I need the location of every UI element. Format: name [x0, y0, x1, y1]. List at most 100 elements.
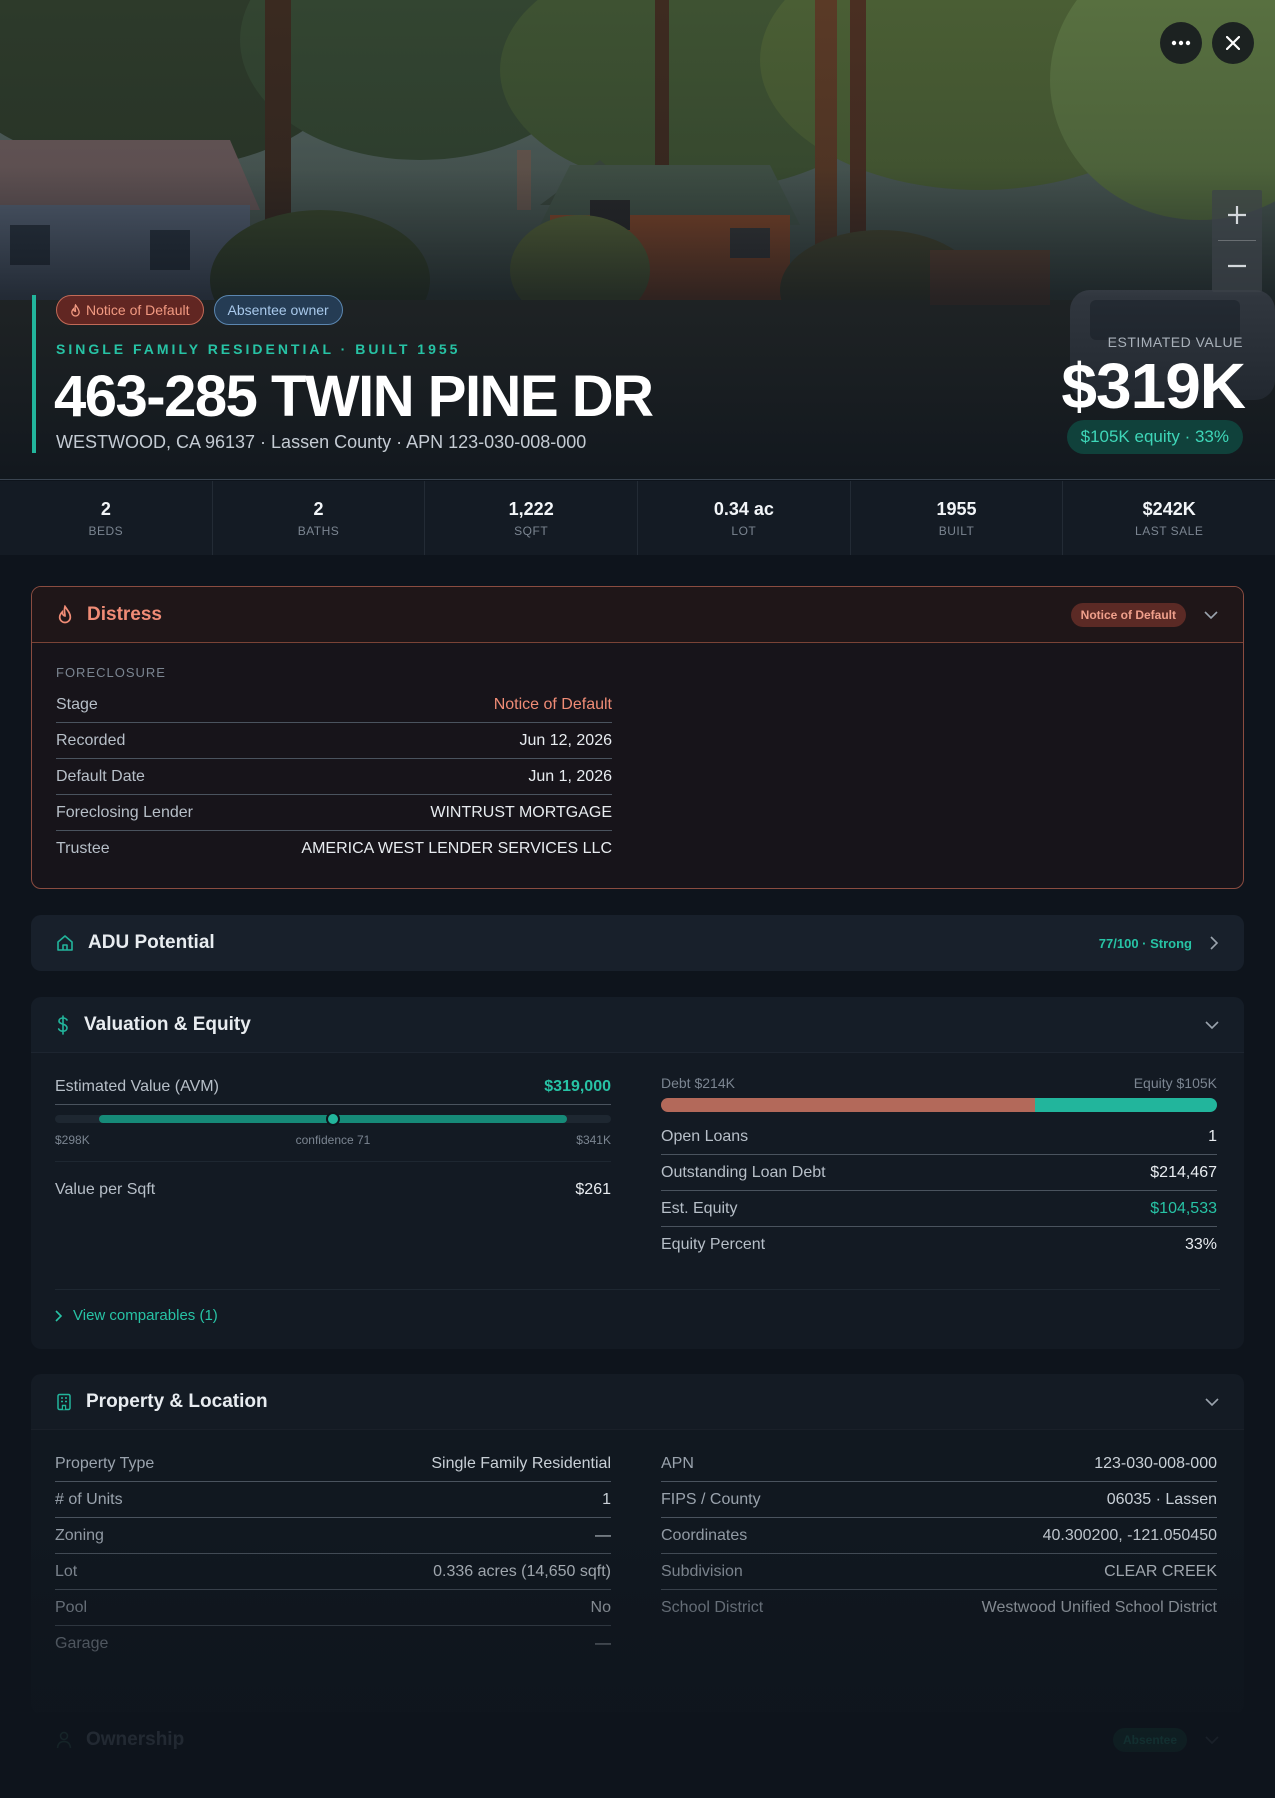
hero: Notice of Default Absentee owner SINGLE …	[0, 0, 1275, 480]
stat-value: 1,222	[508, 498, 554, 519]
row-recorded: Recorded Jun 12, 2026	[56, 723, 612, 759]
tag-notice-of-default[interactable]: Notice of Default	[56, 295, 204, 325]
property-subtitle: SINGLE FAMILY RESIDENTIAL · BUILT 1955	[56, 341, 461, 357]
stat-last-sale: $242K LAST SALE	[1063, 481, 1275, 555]
row-pool: Pool No	[55, 1590, 611, 1626]
avm-range-marker	[326, 1112, 340, 1126]
row-value: $104,533	[1150, 1199, 1217, 1217]
row-key: Value per Sqft	[55, 1180, 156, 1198]
adu-potential-card[interactable]: ADU Potential 77/100 · Strong	[31, 915, 1244, 971]
map-zoom-control	[1212, 190, 1262, 292]
row-value: 06035 · Lassen	[1106, 1490, 1217, 1508]
ownership-badge: Absentee	[1112, 1728, 1187, 1752]
row-key: Default Date	[56, 767, 145, 785]
value-per-sqft-row: Value per Sqft $261	[55, 1161, 611, 1217]
property-address: 463-285 TWIN PINE DR	[54, 364, 654, 429]
stat-label: LAST SALE	[1135, 523, 1204, 538]
person-icon	[56, 1731, 72, 1749]
row-value: No	[590, 1598, 611, 1616]
stat-value: $242K	[1142, 498, 1196, 519]
row-value: WINTRUST MORTGAGE	[430, 803, 612, 821]
row-key: Coordinates	[661, 1526, 748, 1544]
card-title: Distress	[87, 603, 162, 625]
row-key: School District	[661, 1599, 764, 1616]
stat-beds: 2 BEDS	[0, 481, 213, 555]
flame-icon	[58, 605, 72, 624]
distress-card: Distress Notice of Default FORECLOSURE S…	[31, 586, 1244, 889]
equity-segment	[1034, 1098, 1217, 1112]
stat-label: BATHS	[297, 523, 340, 538]
tag-label: Absentee owner	[227, 302, 329, 318]
ownership-card: Ownership Absentee	[31, 1712, 1244, 1798]
row-property-type: Property Type Single Family Residential	[55, 1446, 611, 1482]
row-lot: Lot 0.336 acres (14,650 sqft)	[55, 1554, 611, 1590]
adu-header[interactable]: ADU Potential 77/100 · Strong	[31, 915, 1244, 971]
zoom-out-button[interactable]	[1212, 241, 1262, 291]
row-key: Open Loans	[661, 1127, 749, 1145]
row-open-loans: Open Loans 1	[661, 1119, 1217, 1155]
property-right-list: APN 123-030-008-000 FIPS / County 06035 · …	[661, 1446, 1217, 1626]
row-value: Single Family Residential	[431, 1454, 611, 1472]
row-value: 0.336 acres (14,650 sqft)	[433, 1562, 611, 1580]
distress-header[interactable]: Distress Notice of Default	[32, 587, 1243, 643]
view-comparables-link[interactable]: View comparables (1)	[55, 1307, 218, 1324]
confidence-label: confidence 71	[295, 1133, 371, 1147]
row-foreclosing-lender: Foreclosing Lender WINTRUST MORTGAGE	[56, 795, 612, 831]
row-value: 123-030-008-000	[1094, 1454, 1217, 1472]
more-options-button[interactable]	[1160, 22, 1202, 64]
property-header[interactable]: Property & Location	[31, 1374, 1244, 1430]
chevron-down-icon[interactable]	[1205, 1735, 1219, 1745]
avm-row: Estimated Value (AVM) $319,000	[55, 1069, 611, 1105]
row-units: # of Units 1	[55, 1482, 611, 1518]
minus-icon	[1228, 264, 1246, 268]
row-value: Westwood Unified School District	[981, 1599, 1217, 1616]
chevron-down-icon[interactable]	[1205, 1397, 1219, 1407]
row-key: Subdivision	[661, 1562, 743, 1580]
stat-label: BUILT	[938, 523, 975, 538]
debt-label: Debt $214K	[661, 1075, 735, 1091]
stat-lot: 0.34 ac LOT	[638, 481, 851, 555]
row-key: Outstanding Loan Debt	[661, 1163, 826, 1181]
tag-absentee-owner[interactable]: Absentee owner	[213, 295, 343, 325]
row-trustee: Trustee AMERICA WEST LENDER SERVICES LLC	[56, 831, 612, 867]
row-value: 40.300200, -121.050450	[1042, 1526, 1217, 1544]
row-value: Notice of Default	[493, 695, 612, 713]
row-value: 33%	[1184, 1236, 1217, 1253]
row-key: Garage	[55, 1635, 109, 1652]
card-title: Property & Location	[86, 1390, 268, 1412]
close-button[interactable]	[1212, 22, 1254, 64]
row-key: APN	[661, 1454, 694, 1472]
stat-label: SQFT	[514, 523, 549, 538]
row-key: Pool	[55, 1598, 88, 1616]
building-icon	[57, 1393, 71, 1410]
loan-list: Open Loans 1 Outstanding Loan Debt $214,46…	[661, 1119, 1217, 1263]
avm-value: $319,000	[544, 1077, 611, 1095]
ownership-header[interactable]: Ownership Absentee	[31, 1712, 1244, 1768]
valuation-header[interactable]: Valuation & Equity	[31, 997, 1244, 1053]
row-key: Recorded	[56, 731, 126, 749]
adu-score: 77/100 · Strong	[1098, 935, 1192, 951]
stat-label: BEDS	[88, 523, 124, 538]
valuation-equity-card: Valuation & Equity Estimated Value (AVM)…	[31, 997, 1244, 1349]
close-icon	[1226, 36, 1240, 50]
chevron-right-icon[interactable]	[1210, 936, 1219, 950]
status-badge: Notice of Default	[1070, 603, 1186, 627]
avm-range-labels: $298K confidence 71 $341K	[55, 1133, 611, 1147]
estimated-value: $319K	[1061, 350, 1246, 422]
row-outstanding-debt: Outstanding Loan Debt $214,467	[661, 1155, 1217, 1191]
property-location: WESTWOOD, CA 96137 · Lassen County · APN…	[56, 432, 587, 452]
card-title: Valuation & Equity	[84, 1013, 251, 1035]
equity-badge: $105K equity · 33%	[1066, 420, 1243, 454]
row-key: FIPS / County	[661, 1490, 761, 1508]
stat-value: 2	[313, 498, 324, 519]
chevron-right-icon	[55, 1309, 63, 1322]
chevron-down-icon[interactable]	[1204, 610, 1218, 620]
tag-list: Notice of Default Absentee owner	[56, 295, 343, 325]
row-key: Zoning	[55, 1526, 104, 1544]
home-icon	[57, 935, 73, 951]
row-zoning: Zoning —	[55, 1518, 611, 1554]
zoom-in-button[interactable]	[1212, 190, 1262, 240]
foreclosure-label: FORECLOSURE	[56, 665, 166, 680]
chevron-down-icon[interactable]	[1205, 1020, 1219, 1030]
card-title: ADU Potential	[88, 932, 215, 953]
